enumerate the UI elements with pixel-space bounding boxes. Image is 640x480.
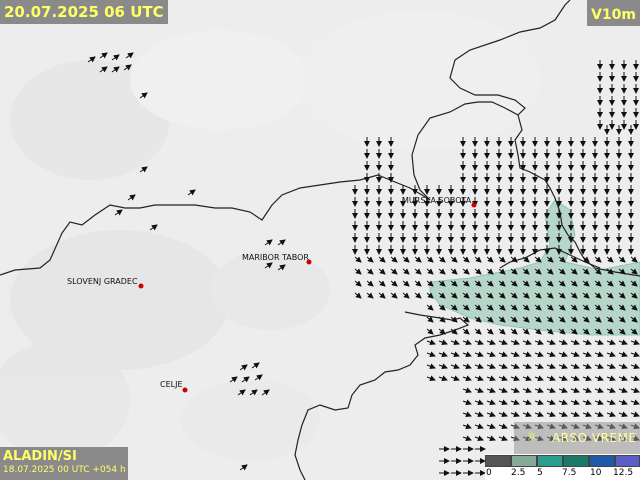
legend-tick-2: 5 xyxy=(537,468,543,478)
legend-tick-4: 10 xyxy=(590,468,602,478)
legend-tick-3: 7.5 xyxy=(562,468,577,478)
wind-map: MURSKA SOBOTA MARIBOR TABOR SLOVENJ GRAD… xyxy=(0,0,640,480)
svg-text:MURSKA SOBOTA: MURSKA SOBOTA xyxy=(402,196,472,205)
legend-tick-5: 12.5 xyxy=(613,468,634,478)
legend-swatch-2 xyxy=(537,455,563,467)
legend-tick-0: 0 xyxy=(486,468,492,478)
valid-time-label: 20.07.2025 06 UTC xyxy=(0,0,168,24)
svg-text:SLOVENJ GRADEC: SLOVENJ GRADEC xyxy=(67,277,138,286)
model-name: ALADIN/SI xyxy=(3,449,77,464)
legend-swatch-3 xyxy=(563,455,589,467)
brand-logo: ☼ ARSO VREME xyxy=(514,422,640,454)
svg-text:CELJE: CELJE xyxy=(160,380,183,389)
legend-tick-1: 2.5 xyxy=(511,468,526,478)
wind-speed-legend: 0 2.5 5 7.5 10 12.5 xyxy=(485,454,640,480)
svg-text:MARIBOR TABOR: MARIBOR TABOR xyxy=(242,253,309,262)
legend-swatch-0 xyxy=(485,455,511,467)
parameter-label: V10m xyxy=(587,0,640,26)
brand-name: ARSO VREME xyxy=(552,431,637,445)
legend-swatch-1 xyxy=(511,455,537,467)
model-info-box: ALADIN/SI 18.07.2025 00 UTC +054 h xyxy=(0,447,128,480)
legend-swatch-4 xyxy=(589,455,615,467)
legend-swatch-5 xyxy=(615,455,640,467)
sun-icon: ☼ xyxy=(526,430,538,445)
model-run-time: 18.07.2025 00 UTC +054 h xyxy=(3,465,126,475)
